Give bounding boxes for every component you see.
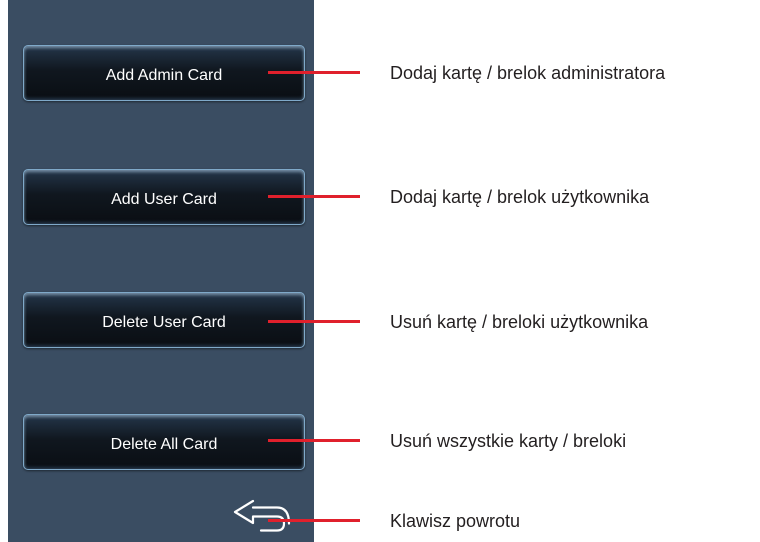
callout-back-key: Klawisz powrotu [390, 511, 521, 531]
add-admin-card-label: Add Admin Card [105, 67, 223, 84]
callout-line-delete-all [268, 439, 360, 442]
callout-delete-all-card: Usuń wszystkie karty / breloki [390, 431, 627, 451]
add-user-card-button[interactable]: Add User Card [23, 169, 305, 225]
delete-all-card-button[interactable]: Delete All Card [23, 414, 305, 470]
add-user-card-label: Add User Card [111, 191, 217, 208]
add-admin-card-button[interactable]: Add Admin Card [23, 45, 305, 101]
callout-add-admin-card: Dodaj kartę / brelok administratora [390, 63, 666, 83]
callout-line-back [268, 519, 360, 522]
callout-line-add-user [268, 195, 360, 198]
delete-user-card-label: Delete User Card [102, 314, 226, 331]
callout-line-add-admin [268, 71, 360, 74]
delete-all-card-label: Delete All Card [110, 436, 218, 453]
callout-add-user-card: Dodaj kartę / brelok użytkownika [390, 187, 650, 207]
callout-line-delete-user [268, 320, 360, 323]
card-menu-panel: Add Admin Card Add User Card Delete User… [8, 0, 314, 542]
callout-delete-user-card: Usuń kartę / breloki użytkownika [390, 312, 649, 332]
return-arrow-icon[interactable] [231, 497, 293, 535]
delete-user-card-button[interactable]: Delete User Card [23, 292, 305, 348]
